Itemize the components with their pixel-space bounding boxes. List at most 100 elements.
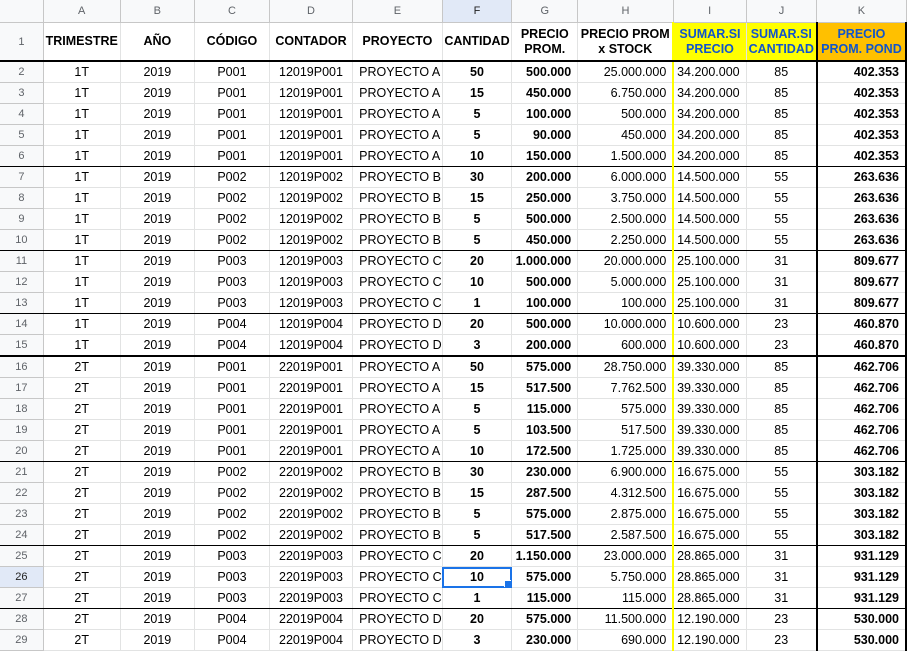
cell-d[interactable]: 22019P001 bbox=[269, 377, 354, 399]
cell-c[interactable]: P001 bbox=[194, 61, 270, 83]
cell-b[interactable]: 2019 bbox=[120, 334, 196, 357]
cell-c[interactable]: P002 bbox=[194, 461, 270, 483]
row-number[interactable]: 13 bbox=[0, 292, 44, 314]
cell-a[interactable]: 1T bbox=[43, 229, 121, 251]
cell-i[interactable]: 16.675.000 bbox=[672, 482, 747, 504]
cell-k[interactable]: 460.870 bbox=[815, 334, 907, 357]
cell-c[interactable]: P003 bbox=[194, 271, 270, 293]
cell-e[interactable]: PROYECTO A bbox=[352, 145, 443, 167]
row-number[interactable]: 22 bbox=[0, 482, 44, 504]
cell-f[interactable]: 15 bbox=[442, 482, 513, 504]
cell-f[interactable]: 50 bbox=[442, 356, 513, 378]
cell-b[interactable]: 2019 bbox=[120, 103, 196, 125]
cell-d[interactable]: 12019P001 bbox=[269, 82, 354, 104]
cell-b[interactable]: 2019 bbox=[120, 187, 196, 209]
cell-k[interactable]: 263.636 bbox=[815, 166, 907, 188]
cell-a[interactable]: 2T bbox=[43, 629, 121, 651]
cell-d[interactable]: 12019P003 bbox=[269, 271, 354, 293]
cell-i[interactable]: 34.200.000 bbox=[672, 82, 747, 104]
cell-j[interactable]: 23 bbox=[746, 334, 818, 357]
row-number[interactable]: 9 bbox=[0, 208, 44, 230]
cell-e[interactable]: PROYECTO C bbox=[352, 271, 443, 293]
cell-g[interactable]: 575.000 bbox=[511, 608, 579, 630]
column-header-h[interactable]: H bbox=[577, 0, 674, 23]
cell-a[interactable]: 2T bbox=[43, 461, 121, 483]
cell-f[interactable]: 5 bbox=[442, 398, 513, 420]
cell-h[interactable]: 10.000.000 bbox=[577, 313, 674, 335]
cell-e[interactable]: PROYECTO A bbox=[352, 61, 443, 83]
cell-b[interactable]: 2019 bbox=[120, 482, 196, 504]
cell-g[interactable]: 287.500 bbox=[511, 482, 579, 504]
cell-i[interactable]: 14.500.000 bbox=[672, 229, 747, 251]
cell-a[interactable]: 2T bbox=[43, 524, 121, 546]
cell-b[interactable]: 2019 bbox=[120, 208, 196, 230]
row-number[interactable]: 5 bbox=[0, 124, 44, 146]
row-number[interactable]: 26 bbox=[0, 566, 44, 588]
row-number[interactable]: 1 bbox=[0, 22, 44, 62]
cell-f[interactable]: 20 bbox=[442, 250, 513, 272]
cell-i[interactable]: 28.865.000 bbox=[672, 545, 747, 567]
cell-h[interactable]: 6.750.000 bbox=[577, 82, 674, 104]
cell-b[interactable]: 2019 bbox=[120, 229, 196, 251]
cell-g[interactable]: 230.000 bbox=[511, 461, 579, 483]
cell-h[interactable]: 690.000 bbox=[577, 629, 674, 651]
cell-i[interactable]: 39.330.000 bbox=[672, 440, 747, 462]
cell-e[interactable]: PROYECTO D bbox=[352, 608, 443, 630]
cell-c[interactable]: P002 bbox=[194, 187, 270, 209]
cell-g[interactable]: 230.000 bbox=[511, 629, 579, 651]
cell-i[interactable]: 25.100.000 bbox=[672, 292, 747, 314]
cell-e[interactable]: PROYECTO A bbox=[352, 377, 443, 399]
cell-d[interactable]: 22019P003 bbox=[269, 587, 354, 609]
row-number[interactable]: 7 bbox=[0, 166, 44, 188]
row-number[interactable]: 23 bbox=[0, 503, 44, 525]
column-header-c[interactable]: C bbox=[194, 0, 270, 23]
cell-j[interactable]: 55 bbox=[746, 187, 818, 209]
cell-h[interactable]: 500.000 bbox=[577, 103, 674, 125]
cell-b[interactable]: 2019 bbox=[120, 524, 196, 546]
cell-a[interactable]: 2T bbox=[43, 587, 121, 609]
cell-i[interactable]: 10.600.000 bbox=[672, 313, 747, 335]
header-cell-a[interactable]: TRIMESTRE bbox=[43, 22, 121, 62]
column-header-i[interactable]: I bbox=[673, 0, 747, 23]
cell-g[interactable]: 575.000 bbox=[511, 356, 579, 378]
cell-e[interactable]: PROYECTO B bbox=[352, 461, 443, 483]
cell-j[interactable]: 85 bbox=[746, 103, 818, 125]
cell-e[interactable]: PROYECTO B bbox=[352, 208, 443, 230]
cell-h[interactable]: 517.500 bbox=[577, 419, 674, 441]
cell-a[interactable]: 1T bbox=[43, 334, 121, 357]
cell-f[interactable]: 20 bbox=[442, 608, 513, 630]
cell-h[interactable]: 100.000 bbox=[577, 292, 674, 314]
cell-h[interactable]: 6.900.000 bbox=[577, 461, 674, 483]
cell-b[interactable]: 2019 bbox=[120, 61, 196, 83]
row-number[interactable]: 24 bbox=[0, 524, 44, 546]
row-number[interactable]: 19 bbox=[0, 419, 44, 441]
cell-i[interactable]: 12.190.000 bbox=[672, 629, 747, 651]
cell-j[interactable]: 31 bbox=[746, 545, 818, 567]
cell-k[interactable]: 303.182 bbox=[815, 503, 907, 525]
cell-h[interactable]: 1.500.000 bbox=[577, 145, 674, 167]
cell-g[interactable]: 500.000 bbox=[511, 61, 579, 83]
cell-f[interactable]: 3 bbox=[442, 334, 513, 357]
cell-f[interactable]: 5 bbox=[442, 103, 513, 125]
cell-g[interactable]: 517.500 bbox=[511, 377, 579, 399]
cell-e[interactable]: PROYECTO D bbox=[352, 629, 443, 651]
cell-g[interactable]: 500.000 bbox=[511, 271, 579, 293]
cell-c[interactable]: P004 bbox=[194, 629, 270, 651]
cell-c[interactable]: P001 bbox=[194, 103, 270, 125]
cell-g[interactable]: 1.000.000 bbox=[511, 250, 579, 272]
cell-a[interactable]: 1T bbox=[43, 292, 121, 314]
cell-a[interactable]: 1T bbox=[43, 166, 121, 188]
cell-j[interactable]: 55 bbox=[746, 503, 818, 525]
cell-k[interactable]: 530.000 bbox=[815, 629, 907, 651]
cell-e[interactable]: PROYECTO C bbox=[352, 566, 443, 588]
cell-f[interactable]: 15 bbox=[442, 187, 513, 209]
column-header-g[interactable]: G bbox=[511, 0, 579, 23]
cell-h[interactable]: 4.312.500 bbox=[577, 482, 674, 504]
header-cell-i[interactable]: SUMAR.SI PRECIO bbox=[672, 22, 747, 62]
cell-h[interactable]: 20.000.000 bbox=[577, 250, 674, 272]
row-number[interactable]: 28 bbox=[0, 608, 44, 630]
cell-c[interactable]: P003 bbox=[194, 587, 270, 609]
cell-a[interactable]: 2T bbox=[43, 545, 121, 567]
cell-h[interactable]: 575.000 bbox=[577, 398, 674, 420]
cell-d[interactable]: 12019P002 bbox=[269, 187, 354, 209]
